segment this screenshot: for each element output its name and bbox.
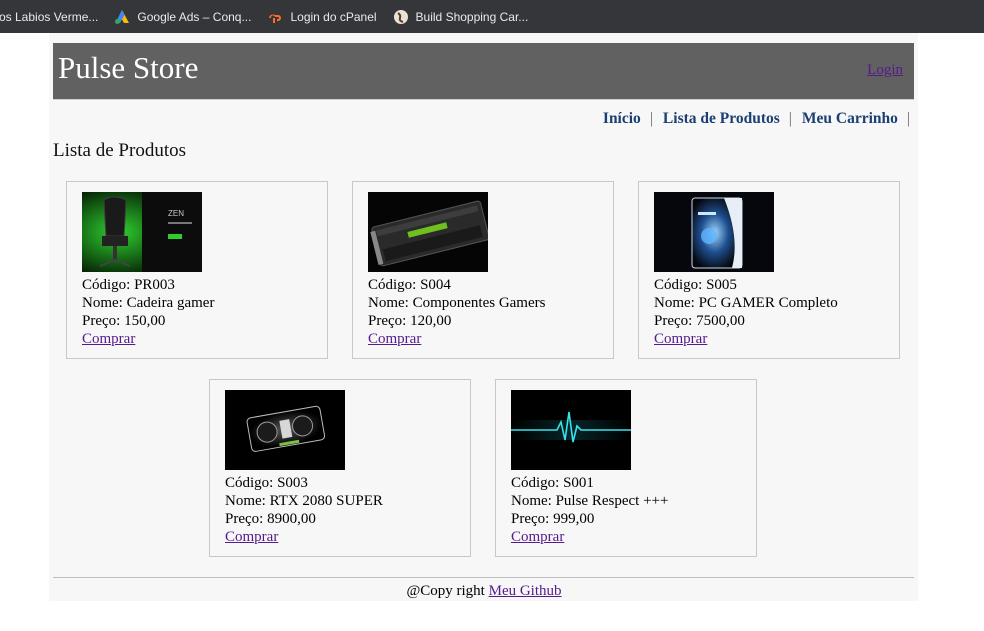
product-code: Código: S003 xyxy=(225,475,308,491)
nav-inicio[interactable]: Início xyxy=(603,110,641,128)
bookmarks-bar: os Labios Verme... Google Ads – Conq... … xyxy=(0,0,984,33)
bookmark-build-shopping[interactable]: Build Shopping Car... xyxy=(393,9,529,25)
product-info: Código: S004 Nome: Componentes Gamers Pr… xyxy=(368,276,545,348)
product-price: Preço: 8900,00 xyxy=(225,511,316,527)
buy-link[interactable]: Comprar xyxy=(511,529,564,545)
buy-link[interactable]: Comprar xyxy=(82,331,135,347)
main-nav: Início | Lista de Produtos | Meu Carrinh… xyxy=(603,110,910,128)
product-info: Código: S001 Nome: Pulse Respect +++ Pre… xyxy=(511,474,668,546)
bookmark-label: Build Shopping Car... xyxy=(415,9,529,24)
bookmark-google-ads[interactable]: Google Ads – Conq... xyxy=(114,9,251,25)
product-name: Nome: PC GAMER Completo xyxy=(654,295,838,311)
nav-separator: | xyxy=(906,110,910,127)
section-title: Lista de Produtos xyxy=(53,140,186,161)
product-code: Código: S005 xyxy=(654,277,737,293)
product-info: Código: S003 Nome: RTX 2080 SUPER Preço:… xyxy=(225,474,383,546)
product-price: Preço: 7500,00 xyxy=(654,313,745,329)
pulse-line-image xyxy=(511,390,631,470)
product-card: Código: S005 Nome: PC GAMER Completo Pre… xyxy=(638,181,900,359)
nav-separator: | xyxy=(788,110,792,127)
bookmark-cpanel[interactable]: Login do cPanel xyxy=(267,9,377,25)
product-card: Código: S001 Nome: Pulse Respect +++ Pre… xyxy=(495,379,757,557)
product-price: Preço: 999,00 xyxy=(511,511,595,527)
cpanel-icon xyxy=(267,9,283,25)
buy-link[interactable]: Comprar xyxy=(654,331,707,347)
github-link[interactable]: Meu Github xyxy=(489,583,562,599)
bookmark-label: Google Ads – Conq... xyxy=(137,9,252,24)
rtx-card-image xyxy=(225,390,345,470)
product-price: Preço: 150,00 xyxy=(82,313,166,329)
login-link[interactable]: Login xyxy=(867,62,903,79)
brand-title: Pulse Store xyxy=(58,50,199,85)
bookmark-label: Login do cPanel xyxy=(290,9,377,24)
bookmark-1[interactable]: os Labios Verme... xyxy=(0,10,98,24)
product-info: Código: PR003 Nome: Cadeira gamer Preço:… xyxy=(82,276,214,348)
product-name: Nome: Cadeira gamer xyxy=(82,295,215,311)
buy-link[interactable]: Comprar xyxy=(368,331,421,347)
site-favicon-icon xyxy=(393,9,409,25)
product-code: Código: S004 xyxy=(368,277,451,293)
copyright-text: @Copy right xyxy=(406,583,485,599)
graphics-card-image xyxy=(368,192,488,272)
product-price: Preço: 120,00 xyxy=(368,313,452,329)
product-card: Código: S004 Nome: Componentes Gamers Pr… xyxy=(352,181,614,359)
nav-separator: | xyxy=(649,110,653,127)
site-header: Pulse Store Login xyxy=(53,43,914,100)
product-name: Nome: Componentes Gamers xyxy=(368,295,546,311)
google-ads-icon xyxy=(114,9,130,25)
product-code: Código: PR003 xyxy=(82,277,175,293)
bookmark-label: os Labios Verme... xyxy=(0,9,99,24)
product-info: Código: S005 Nome: PC GAMER Completo Pre… xyxy=(654,276,838,348)
svg-text:ZEN: ZEN xyxy=(168,209,184,218)
product-card: ZEN Código: PR003 Nome: Cadeira gamer Pr… xyxy=(66,181,328,359)
product-card: Código: S003 Nome: RTX 2080 SUPER Preço:… xyxy=(209,379,471,557)
buy-link[interactable]: Comprar xyxy=(225,529,278,545)
footer-divider xyxy=(53,577,914,578)
product-name: Nome: Pulse Respect +++ xyxy=(511,493,669,509)
product-code: Código: S001 xyxy=(511,475,594,491)
nav-lista-produtos[interactable]: Lista de Produtos xyxy=(663,110,780,128)
gaming-pc-image xyxy=(654,192,774,272)
nav-meu-carrinho[interactable]: Meu Carrinho xyxy=(802,110,898,128)
product-name: Nome: RTX 2080 SUPER xyxy=(225,493,383,509)
site-footer: @Copy right Meu Github xyxy=(0,583,968,600)
gaming-chair-image: ZEN xyxy=(82,192,202,272)
